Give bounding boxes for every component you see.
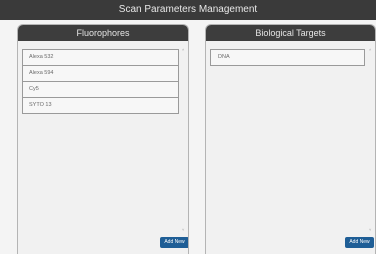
add-fluorophore-button[interactable]: Add New (160, 237, 188, 248)
target-item[interactable]: DNA (210, 49, 365, 66)
add-target-button[interactable]: Add New (345, 237, 374, 248)
fluorophores-panel: Fluorophores ˄ Alexa 532 Alexa 594 Cy5 S… (17, 24, 189, 254)
fluorophores-header: Fluorophores (18, 25, 188, 41)
targets-header: Biological Targets (206, 25, 375, 41)
chevron-down-icon[interactable]: ˅ (369, 227, 371, 232)
fluorophores-list: Alexa 532 Alexa 594 Cy5 SYTO 13 (22, 49, 179, 114)
fluorophore-item[interactable]: Cy5 (22, 81, 179, 98)
fluorophore-item[interactable]: SYTO 13 (22, 97, 179, 114)
targets-panel: Biological Targets ˄ DNA ˅ Add New (205, 24, 376, 254)
fluorophore-item[interactable]: Alexa 532 (22, 49, 179, 66)
chevron-down-icon[interactable]: ˅ (182, 227, 184, 232)
chevron-up-icon[interactable]: ˄ (369, 47, 371, 52)
chevron-up-icon[interactable]: ˄ (182, 47, 184, 52)
targets-list: DNA (210, 49, 365, 66)
fluorophore-item[interactable]: Alexa 594 (22, 65, 179, 82)
window-title: Scan Parameters Management (0, 0, 376, 20)
